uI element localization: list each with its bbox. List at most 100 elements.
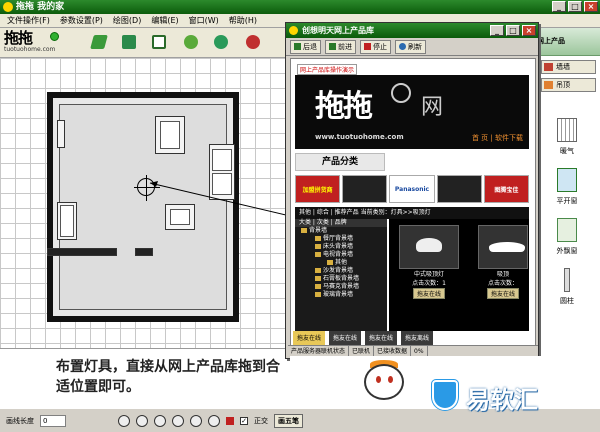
online-tabs: 拖友在线 拖友在线 拖友在线 拖友离线: [291, 331, 535, 345]
folder-icon: [301, 228, 307, 233]
wall-cabinet[interactable]: [57, 120, 65, 148]
close-button[interactable]: ×: [584, 1, 598, 12]
color-swatch-icon[interactable]: [226, 416, 234, 425]
folder-icon: [315, 292, 321, 297]
minimize-button[interactable]: _: [552, 1, 566, 12]
tab-ceiling[interactable]: 吊顶: [541, 78, 596, 92]
window-title: 拖拖 我的家: [16, 2, 65, 12]
product-grid: 中式吸顶灯 点击次数：1 拖友在线 吸顶 点击次数： 拖友在线: [389, 219, 531, 345]
zoom-extents-icon[interactable]: [208, 414, 220, 427]
brand-panasonic[interactable]: Panasonic: [389, 175, 435, 203]
zoom-out-icon[interactable]: [136, 414, 148, 427]
room-floorplan[interactable]: [47, 92, 239, 322]
tree-item[interactable]: 床头背景墙: [295, 243, 387, 251]
brand-5[interactable]: 图腾宝佳: [483, 175, 530, 203]
ceiling-lamp-icon: [489, 242, 525, 252]
line-length-input[interactable]: 0: [40, 414, 66, 427]
product-name: 中式吸顶灯: [413, 271, 444, 278]
refresh-icon: [399, 43, 406, 50]
popup-web-content: 网上产品库操作演示 拖拖 网 www.tuotuohome.com 首 页 | …: [290, 58, 536, 346]
side-table[interactable]: [57, 202, 77, 240]
refresh-button[interactable]: 刷新: [395, 39, 426, 54]
product-card[interactable]: 中式吸顶灯 点击次数：1 拖友在线: [391, 225, 467, 299]
column-icon: [564, 268, 570, 292]
caption-area: 布置灯具，直接从网上产品库拖到合适位置即可。: [0, 348, 290, 408]
tree-item[interactable]: 沙发背景墙: [295, 267, 387, 275]
popup-minimize-button[interactable]: _: [490, 25, 504, 36]
menu-help[interactable]: 帮助(H): [224, 14, 262, 28]
ortho-checkbox[interactable]: ✓: [240, 416, 248, 425]
popup-app-icon: [289, 26, 298, 35]
zoom-window-icon[interactable]: [190, 414, 202, 427]
online-tab[interactable]: 拖友在线: [329, 331, 362, 345]
brand-1[interactable]: 加盟拼货商: [295, 175, 341, 203]
stop-icon: [364, 43, 371, 50]
tree-item[interactable]: 石膏板背景墙: [295, 275, 387, 283]
sofa-right[interactable]: [209, 144, 235, 200]
product-card[interactable]: 吸顶 点击次数： 拖友在线: [475, 225, 531, 299]
online-tab[interactable]: 拖友在线: [293, 331, 326, 345]
stop-button[interactable]: 停止: [360, 39, 391, 54]
rotate-tool-icon[interactable]: [184, 35, 198, 49]
offline-tab[interactable]: 拖友离线: [401, 331, 434, 345]
mascot-eye: [376, 376, 381, 383]
forward-button[interactable]: 前进: [325, 39, 356, 54]
brand-2[interactable]: [342, 175, 388, 203]
record-tool-icon[interactable]: [246, 35, 260, 49]
room-interior: [59, 104, 227, 310]
category-title: 产品分类: [295, 153, 385, 171]
tree-item[interactable]: 马赛克背景墙: [295, 283, 387, 291]
item-bay-window[interactable]: 外飘窗: [533, 212, 600, 262]
product-clicks: 点击次数：: [487, 280, 518, 287]
draw-wall-tool-icon[interactable]: [90, 35, 108, 49]
item-radiator[interactable]: 暖气: [533, 112, 600, 162]
select-tool-icon[interactable]: [152, 35, 166, 49]
banner-links[interactable]: 首 页 | 软件下载: [472, 133, 523, 143]
popup-close-button[interactable]: ×: [522, 25, 536, 36]
tree-item[interactable]: 餐厅背景墙: [295, 235, 387, 243]
tree-item[interactable]: 电视背景墙: [295, 251, 387, 259]
ceiling-light-marker-icon[interactable]: [134, 175, 160, 201]
brand-4[interactable]: [436, 175, 482, 203]
pan-icon[interactable]: [172, 414, 184, 427]
forward-icon: [329, 43, 336, 50]
menu-settings[interactable]: 参数设置(P): [55, 14, 108, 28]
tree-item[interactable]: 玻璃背景墙: [295, 291, 387, 299]
maximize-button[interactable]: □: [568, 1, 582, 12]
folder-icon: [315, 236, 321, 241]
product-clicks: 点击次数：1: [412, 280, 446, 287]
popup-maximize-button[interactable]: □: [506, 25, 520, 36]
tree-item[interactable]: 背景墙: [295, 227, 387, 235]
watermark-text: 易软汇: [466, 386, 538, 414]
line-length-label: 画线长度: [6, 416, 34, 425]
ceiling-icon: [544, 81, 553, 89]
tab-walls[interactable]: 墙墙: [541, 60, 596, 74]
tree-item[interactable]: 其他: [295, 259, 387, 267]
watermark-shield-icon: [432, 380, 458, 410]
folder-icon: [315, 244, 321, 249]
item-column[interactable]: 圆柱: [533, 262, 600, 312]
watermark: 易软汇: [432, 378, 582, 414]
demo-link[interactable]: 网上产品库操作演示: [297, 64, 358, 75]
zoom-in-icon[interactable]: [118, 414, 130, 427]
back-button[interactable]: 后退: [290, 39, 321, 54]
online-tab[interactable]: 拖友在线: [365, 331, 398, 345]
menu-file[interactable]: 文件操作(F): [2, 14, 55, 28]
drawing-canvas[interactable]: [0, 58, 290, 348]
menu-edit[interactable]: 编辑(E): [146, 14, 183, 28]
menu-draw[interactable]: 绘图(D): [108, 14, 146, 28]
menu-window[interactable]: 窗口(W): [184, 14, 224, 28]
category-tabs[interactable]: 其他 | 综合 | 推荐产品 当前类别：灯具>>吸顶灯: [295, 207, 529, 219]
logo-url: tuotuohome.com: [4, 46, 56, 53]
app-logo: 拖拖 tuotuohome.com: [4, 30, 74, 56]
item-casement-window[interactable]: 平开窗: [533, 162, 600, 212]
armchair-bottom[interactable]: [165, 204, 195, 230]
product-drag-button[interactable]: 拖友在线: [412, 288, 445, 299]
refresh-tool-icon[interactable]: [214, 35, 228, 49]
radiator-icon: [557, 118, 577, 142]
armchair-top[interactable]: [155, 116, 185, 154]
zoom-fit-icon[interactable]: [154, 414, 166, 427]
book-tool-icon[interactable]: [122, 35, 136, 49]
input-method-tab[interactable]: 画五笔: [274, 413, 303, 428]
product-drag-button[interactable]: 拖友在线: [486, 288, 519, 299]
